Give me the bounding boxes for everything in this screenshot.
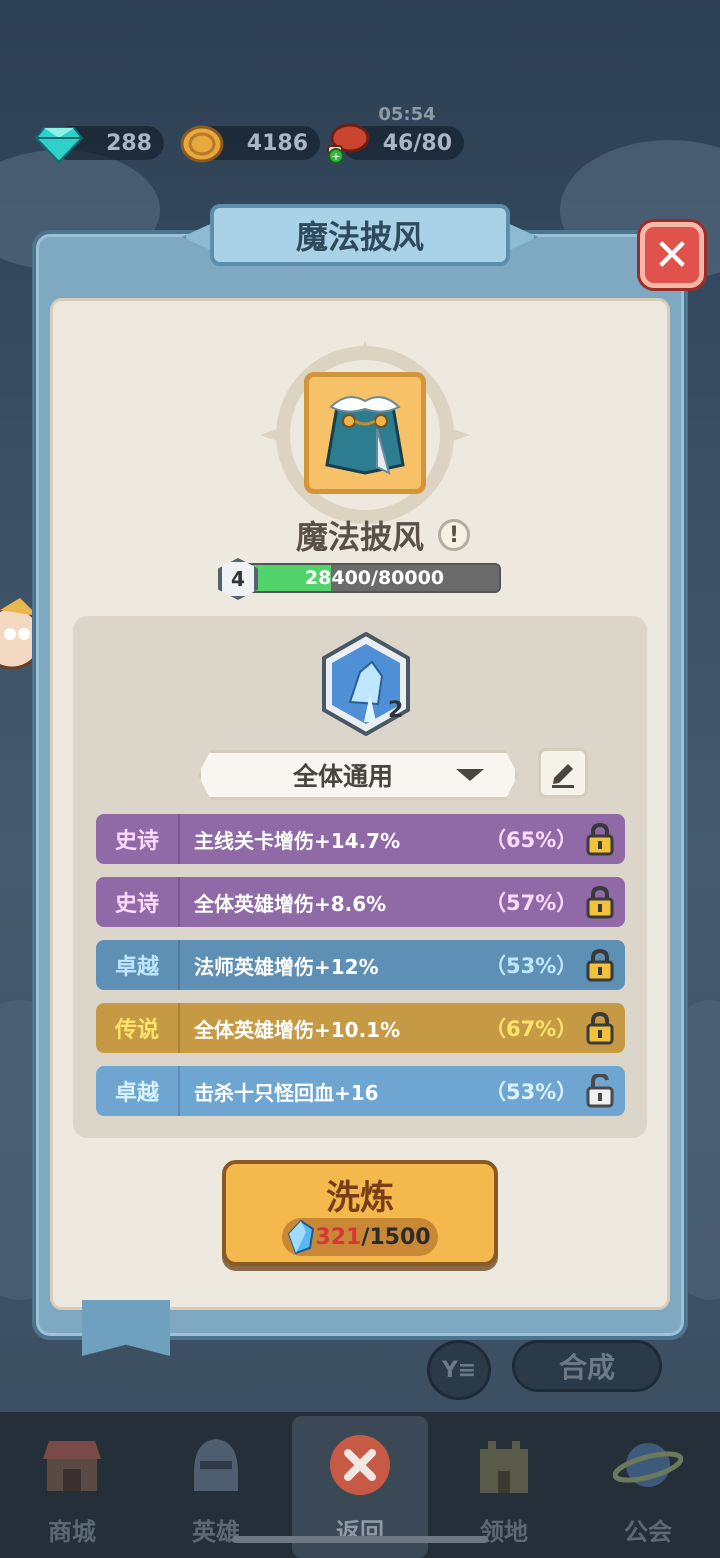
- filter-button[interactable]: Y≡: [427, 1340, 491, 1400]
- combine-button[interactable]: 合成: [512, 1340, 662, 1392]
- stat-text: 全体英雄增伤+10.1%: [194, 1017, 401, 1042]
- stat-rarity: 卓越: [96, 940, 180, 990]
- item-name: 魔法披风: [295, 518, 424, 556]
- stat-text: 全体英雄增伤+8.6%: [194, 891, 387, 916]
- stat-row: 卓越 法师英雄增伤+12% （53%）: [96, 940, 625, 990]
- helmet-icon: [181, 1430, 251, 1500]
- shop-icon: [37, 1430, 107, 1500]
- diamond-icon: [34, 124, 84, 168]
- combine-label: 合成: [558, 1351, 615, 1384]
- stat-roll-percent: （67%）: [485, 1017, 578, 1041]
- castle-icon: [469, 1430, 539, 1500]
- unlock-icon[interactable]: [575, 1066, 625, 1116]
- stat-rarity: 史诗: [96, 814, 180, 864]
- gold-count: 4186: [246, 130, 308, 156]
- info-icon[interactable]: !: [438, 519, 470, 551]
- rune-count: 2: [388, 698, 404, 723]
- stat-roll-percent: （53%）: [485, 954, 578, 978]
- stat-row: 传说 全体英雄增伤+10.1% （67%）: [96, 1003, 625, 1053]
- stat-row: 史诗 全体英雄增伤+8.6% （57%）: [96, 877, 625, 927]
- stamina-count: 46/80: [382, 130, 452, 156]
- nav-item-shop[interactable]: 商城: [0, 1412, 144, 1558]
- planet-icon: [613, 1430, 683, 1500]
- stat-rarity: 卓越: [96, 1066, 180, 1116]
- home-indicator: [232, 1536, 488, 1543]
- stat-roll-percent: （53%）: [485, 1080, 578, 1104]
- refine-label: 洗炼: [326, 1178, 394, 1218]
- nav-label-guild: 公会: [624, 1518, 672, 1546]
- stat-roll-percent: （57%）: [485, 891, 578, 915]
- lock-icon[interactable]: [575, 877, 625, 927]
- close-icon: [325, 1430, 395, 1500]
- stat-text: 主线关卡增伤+14.7%: [194, 828, 401, 853]
- exp-progress-text: 28400/80000: [304, 567, 445, 589]
- pencil-icon: [552, 764, 574, 788]
- stat-text: 击杀十只怪回血+16: [194, 1080, 379, 1105]
- lock-icon[interactable]: [575, 1003, 625, 1053]
- nav-label-shop: 商城: [48, 1518, 96, 1546]
- stamina-timer: 05:54: [378, 104, 436, 125]
- stat-row: 史诗 主线关卡增伤+14.7% （65%）: [96, 814, 625, 864]
- dropdown-selected: 全体通用: [292, 762, 393, 791]
- stat-rarity: 史诗: [96, 877, 180, 927]
- refine-cost-have: 321: [315, 1224, 362, 1250]
- close-button[interactable]: ✕: [640, 222, 704, 288]
- diamond-count: 288: [106, 130, 152, 156]
- edit-button[interactable]: [538, 748, 588, 798]
- stat-text: 法师英雄增伤+12%: [194, 954, 379, 979]
- crystal-icon: [286, 1219, 316, 1258]
- meat-stamina-icon: +: [322, 120, 372, 170]
- gold-coin-icon: [180, 124, 224, 168]
- stat-roll-percent: （65%）: [485, 828, 578, 852]
- stat-row: 卓越 击杀十只怪回血+16 （53%）: [96, 1066, 625, 1116]
- exp-progress-bar: 28400/80000: [236, 563, 501, 593]
- refine-cost-need: /1500: [361, 1224, 431, 1250]
- stat-rarity: 传说: [96, 1003, 180, 1053]
- lock-icon[interactable]: [575, 940, 625, 990]
- nav-label-territory: 领地: [480, 1518, 528, 1546]
- svg-text:+: +: [331, 150, 340, 163]
- close-icon: ✕: [653, 229, 691, 281]
- item-icon-frame[interactable]: [304, 372, 426, 494]
- lock-icon[interactable]: [575, 814, 625, 864]
- dialog-title: 魔法披风: [210, 204, 510, 266]
- filter-icon: Y≡: [441, 1357, 477, 1383]
- magic-cape-icon: [325, 396, 405, 475]
- chevron-down-icon: [456, 769, 484, 781]
- nav-item-guild[interactable]: 公会: [576, 1412, 720, 1558]
